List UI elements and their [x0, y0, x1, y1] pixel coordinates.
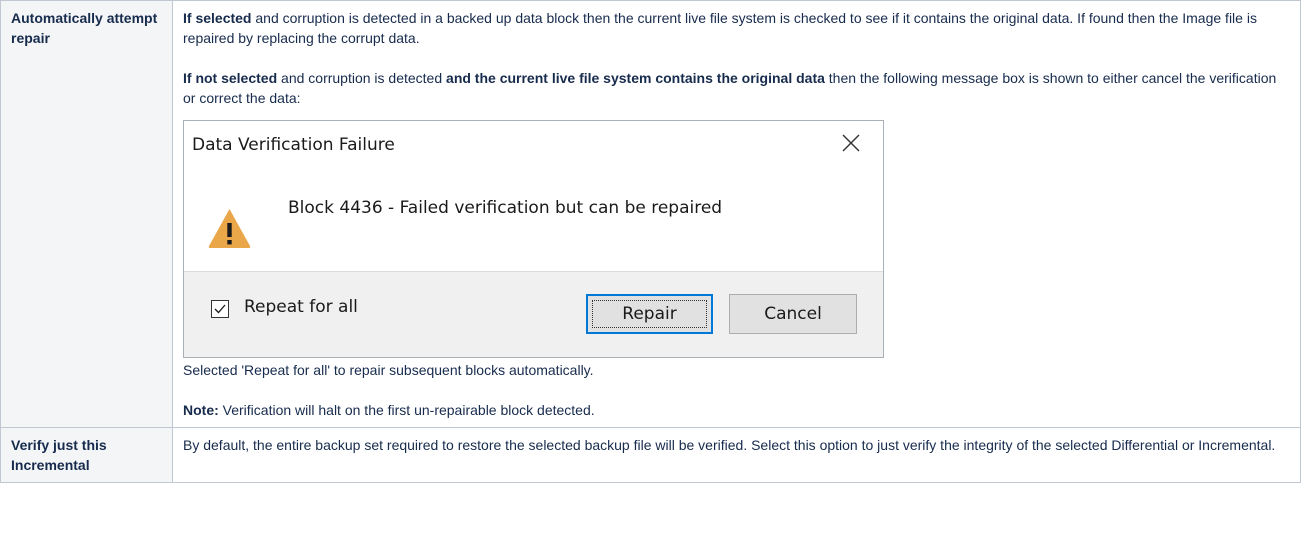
warning-icon: [207, 207, 252, 249]
option-name-cell: Verify just this Incremental: [0, 427, 173, 483]
after-dialog-paragraph: Selected 'Repeat for all' to repair subs…: [183, 362, 594, 378]
dialog-message: Block 4436 - Failed verification but can…: [288, 198, 723, 218]
dialog-footer: Repeat for all Repair Cancel: [184, 271, 883, 357]
option-description-cell: If selected and corruption is detected i…: [172, 0, 1301, 428]
repeat-for-all-label[interactable]: Repeat for all: [244, 297, 358, 317]
description-paragraph: If selected and corruption is detected i…: [183, 8, 1290, 48]
verification-dialog-screenshot: Data Verification Failure Block 4436 - F…: [183, 120, 884, 358]
option-name: Automatically attempt repair: [11, 10, 158, 46]
cancel-button[interactable]: Cancel: [729, 294, 857, 334]
paragraph-text: and corruption is detected in a backed u…: [183, 10, 1257, 46]
description-paragraph: If not selected and corruption is detect…: [183, 68, 1290, 108]
note-label: Note:: [183, 402, 219, 418]
emphasis-text: If selected: [183, 10, 252, 26]
note-paragraph: Note: Verification will halt on the firs…: [183, 400, 1290, 420]
emphasis-text: If not selected: [183, 70, 278, 86]
repair-button-label: Repair: [622, 304, 677, 324]
close-icon[interactable]: [841, 133, 861, 153]
options-table: Automatically attempt repair If selected…: [0, 0, 1301, 483]
option-description-cell: By default, the entire backup set requir…: [172, 427, 1301, 483]
repair-button[interactable]: Repair: [586, 294, 713, 334]
dialog-title: Data Verification Failure: [192, 135, 395, 155]
paragraph-text: and corruption is detected: [277, 70, 447, 86]
repeat-for-all-checkbox[interactable]: [211, 300, 229, 318]
note-text: Verification will halt on the first un-r…: [218, 402, 595, 418]
checkmark-icon: [214, 304, 226, 314]
option-name: Verify just this Incremental: [11, 437, 107, 473]
emphasis-text: and the current live file system contain…: [446, 70, 825, 86]
table-row: Automatically attempt repair If selected…: [0, 0, 1301, 428]
option-name-cell: Automatically attempt repair: [0, 0, 173, 428]
description-paragraph: By default, the entire backup set requir…: [183, 437, 1276, 453]
table-row: Verify just this Incremental By default,…: [0, 427, 1301, 483]
